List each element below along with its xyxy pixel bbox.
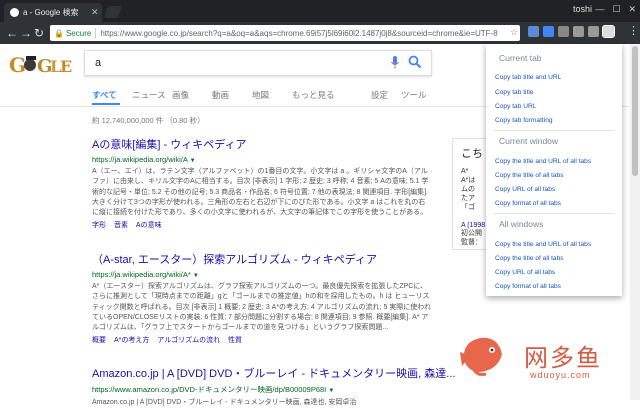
result-stats: 約 12,740,000,000 件 （0.80 秒） — [92, 116, 205, 125]
url-dropdown-icon[interactable]: ▼ — [190, 158, 196, 164]
extension-icon-4[interactable] — [573, 26, 584, 37]
sitelink[interactable]: アルゴリズムの流れ — [157, 337, 220, 344]
sitelink[interactable]: 音素 — [114, 222, 128, 229]
section-all-windows: All windows — [499, 219, 544, 229]
url-text: https://www.google.co.jp/search?q=a&oq=a… — [100, 28, 498, 38]
copy-tab-title[interactable]: Copy tab title — [495, 89, 533, 96]
svg-text:E: E — [60, 57, 72, 76]
close-window-icon[interactable]: ✕ — [628, 4, 636, 15]
copy-all-titles[interactable]: Copy the title of all tabs — [495, 255, 564, 262]
result-sitelinks: 字形 音素 Aの意味 — [92, 220, 432, 230]
popup-divider — [494, 130, 614, 131]
result-title-link[interactable]: Amazon.co.jp | A [DVD] DVD・ブルーレイ - ドキュメン… — [92, 365, 455, 381]
result-snippet: A（エー、エイ）は、ラテン文字（アルファベット）の1番目の文字。小文字は a 。… — [92, 168, 429, 217]
search-result: （A-star, エースター）探索アルゴリズム - ウィキペディア https:… — [92, 251, 432, 345]
google-doodle-logo[interactable]: G G L E — [8, 52, 74, 78]
google-favicon-icon — [10, 8, 19, 17]
sitelink[interactable]: Aの意味 — [136, 222, 162, 229]
watermark-text: 网多鱼 — [524, 344, 602, 372]
title-bar: a - Google 検索 ✕ toshi — ☐ ✕ — [0, 0, 640, 22]
sitelink[interactable]: 性質 — [228, 337, 242, 344]
section-current-window: Current window — [499, 136, 559, 146]
maximize-icon[interactable]: ☐ — [612, 4, 620, 15]
result-title-link[interactable]: （A-star, エースター）探索アルゴリズム - ウィキペディア — [92, 251, 432, 267]
browser-tab[interactable]: a - Google 検索 ✕ — [4, 3, 102, 22]
result-title-link[interactable]: Aの意味[編集] - ウィキペディア — [92, 136, 432, 152]
result-url: https://www.amazon.co.jp/DVD-ドキュメンタリー映画/… — [92, 384, 432, 395]
forward-arrow-icon[interactable]: → — [20, 26, 32, 40]
copy-tab-url[interactable]: Copy tab URL — [495, 103, 536, 110]
search-result: Aの意味[編集] - ウィキペディア https://ja.wikipedia.… — [92, 136, 432, 230]
address-bar[interactable]: 🔒 Secure https://www.google.co.jp/search… — [50, 25, 520, 41]
copy-tab-formatting[interactable]: Copy tab formatting — [495, 117, 553, 124]
watermark-url: wduoyu.com — [530, 370, 591, 380]
tab-tools[interactable]: ツール — [401, 89, 427, 101]
copy-all-title-url[interactable]: Copy the title and URL of all tabs — [495, 241, 591, 248]
search-tabs: すべて ニュース 画像 動画 地図 もっと見る — [92, 89, 352, 101]
lock-icon: 🔒 — [54, 28, 64, 38]
copy-tab-title-url[interactable]: Copy tab title and URL — [495, 74, 561, 81]
profile-name[interactable]: toshi — [573, 4, 592, 14]
tab-news[interactable]: ニュース — [132, 89, 172, 101]
tab-all[interactable]: すべて — [92, 89, 132, 101]
popup-divider — [494, 213, 614, 214]
copy-tabs-popup: Current tab Copy tab title and URL Copy … — [486, 44, 622, 296]
new-tab-button[interactable] — [103, 6, 123, 18]
tab-images[interactable]: 画像 — [172, 89, 212, 101]
section-current-tab: Current tab — [499, 53, 542, 63]
search-icon[interactable] — [408, 55, 422, 69]
reload-icon[interactable]: ↻ — [34, 26, 44, 40]
sitelink[interactable]: 概要 — [92, 337, 106, 344]
result-sitelinks: 概要 A*の考え方 アルゴリズムの流れ 性質 — [92, 335, 432, 345]
extension-icon-2[interactable] — [543, 26, 554, 37]
extension-icons — [528, 25, 615, 38]
result-snippet: A*（エースター）探索アルゴリズムは、グラフ探索アルゴリズムの一つ。最良優先探索… — [92, 283, 431, 332]
copy-window-urls[interactable]: Copy URL of all tabs — [495, 186, 555, 193]
copy-all-format[interactable]: Copy format of all tabs — [495, 283, 561, 290]
sitelink[interactable]: A*の考え方 — [114, 337, 149, 344]
tab-videos[interactable]: 動画 — [212, 89, 252, 101]
result-url: https://ja.wikipedia.org/wiki/A ▼ — [92, 155, 432, 164]
tab-title: a - Google 検索 — [23, 8, 79, 17]
copy-window-titles[interactable]: Copy the title of all tabs — [495, 172, 564, 179]
extension-icon-3[interactable] — [558, 26, 569, 37]
copy-tab-extension-icon[interactable] — [602, 25, 615, 38]
secure-label: Secure — [65, 28, 92, 38]
minimize-icon[interactable]: — — [595, 4, 604, 15]
window-controls: — ☐ ✕ — [595, 4, 636, 15]
microphone-icon[interactable] — [391, 56, 399, 70]
tab-close-icon[interactable]: ✕ — [91, 7, 99, 18]
extension-icon-1[interactable] — [528, 26, 539, 37]
result-url-text: https://ja.wikipedia.org/wiki/A* — [92, 270, 191, 279]
svg-text:G: G — [9, 53, 26, 77]
back-arrow-icon[interactable]: ← — [6, 26, 18, 40]
copy-window-format[interactable]: Copy format of all tabs — [495, 200, 561, 207]
sitelink[interactable]: 字形 — [92, 222, 106, 229]
extension-icon-5[interactable] — [588, 26, 599, 37]
copy-window-title-url[interactable]: Copy the title and URL of all tabs — [495, 158, 591, 165]
search-query: a — [95, 57, 102, 69]
search-result: Amazon.co.jp | A [DVD] DVD・ブルーレイ - ドキュメン… — [92, 365, 455, 408]
scrollbar-thumb[interactable] — [632, 46, 638, 176]
result-url-text: https://ja.wikipedia.org/wiki/A — [92, 155, 188, 164]
tab-settings[interactable]: 設定 — [371, 89, 388, 101]
tab-maps[interactable]: 地図 — [252, 89, 292, 101]
url-dropdown-icon[interactable]: ▼ — [328, 388, 334, 394]
bookmark-star-icon[interactable]: ☆ — [510, 27, 518, 38]
active-tab-indicator — [92, 103, 120, 105]
tab-more[interactable]: もっと見る — [292, 89, 352, 101]
url-dropdown-icon[interactable]: ▼ — [193, 273, 199, 279]
copy-all-urls[interactable]: Copy URL of all tabs — [495, 269, 555, 276]
result-url: https://ja.wikipedia.org/wiki/A* ▼ — [92, 270, 432, 279]
omnibox-separator — [95, 28, 97, 38]
chrome-menu-icon[interactable]: ⋮ — [628, 26, 639, 37]
result-url-text: https://www.amazon.co.jp/DVD-ドキュメンタリー映画/… — [92, 385, 327, 394]
search-input[interactable]: a — [84, 50, 432, 76]
fish-logo-icon — [460, 337, 502, 376]
